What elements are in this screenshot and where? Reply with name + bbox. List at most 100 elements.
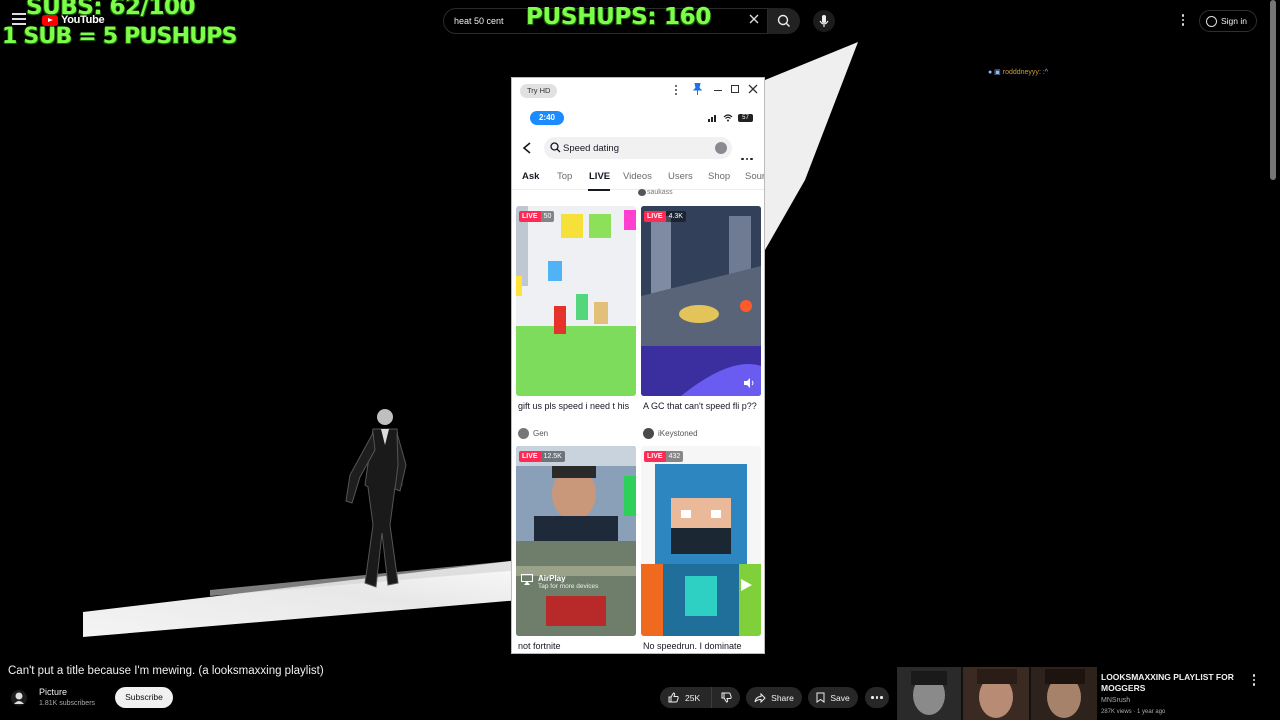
live-badge: LIVE 50 — [519, 211, 555, 222]
save-button[interactable]: Save — [808, 687, 858, 708]
speaker-icon[interactable] — [743, 378, 755, 388]
sign-in-label: Sign in — [1221, 16, 1247, 26]
sign-in-button[interactable]: Sign in — [1199, 10, 1257, 32]
streamer-scene-image — [516, 446, 636, 636]
chat-badge-icon: ● ▣ — [988, 69, 1003, 76]
airplay-title: AirPlay — [538, 574, 566, 583]
minimize-icon[interactable] — [714, 90, 722, 91]
save-label: Save — [830, 692, 850, 703]
live-badge: LIVE 432 — [644, 451, 684, 462]
sub-rule-overlay: 1 SUB = 5 PUSHUPS — [2, 24, 237, 49]
window-menu-icon[interactable] — [675, 85, 677, 97]
dislike-button[interactable] — [712, 692, 740, 703]
search-icon — [550, 142, 561, 153]
clear-query-icon[interactable] — [715, 142, 727, 154]
share-button[interactable]: Share — [746, 687, 802, 708]
next-video-meta: 287K views · 1 year ago — [1101, 709, 1166, 715]
live-card[interactable]: LIVE 4.3K A GC that can't speed fli p?? i… — [641, 206, 761, 439]
back-arrow-icon[interactable] — [522, 142, 532, 154]
thumbs-down-icon — [721, 692, 732, 703]
avatar — [518, 428, 529, 439]
like-count: 50 — [540, 211, 555, 222]
live-badge: LIVE 4.3K — [644, 211, 686, 222]
signal-icon — [708, 115, 716, 122]
share-label: Share — [771, 692, 794, 703]
chat-message: ● ▣ rodddneyyy: :^ — [988, 69, 1049, 76]
subscribe-button[interactable]: Subscribe — [115, 687, 173, 708]
battery-indicator: 57 — [738, 114, 753, 122]
maximize-icon[interactable] — [731, 85, 739, 93]
tab-users[interactable]: Users — [668, 171, 693, 182]
live-card[interactable]: LIVE 432 No speedrun. I dominate — [641, 446, 761, 653]
bookmark-icon — [816, 692, 825, 703]
tab-live[interactable]: LIVE — [589, 171, 610, 182]
like-dislike-group: 25K — [660, 687, 740, 708]
share-icon — [754, 692, 766, 703]
pin-icon[interactable] — [693, 83, 702, 95]
airplay-subtitle: Tap for more devices — [538, 583, 599, 590]
game-scene-image — [516, 206, 636, 396]
avatar — [638, 189, 646, 196]
voice-search-button[interactable] — [813, 10, 835, 32]
account-icon — [1206, 15, 1217, 27]
search-query: Speed dating — [563, 143, 619, 154]
search-button[interactable] — [768, 8, 800, 34]
like-count: 12.5K — [540, 451, 565, 462]
try-hd-button[interactable]: Try HD — [520, 84, 558, 98]
more-actions-button[interactable] — [865, 687, 889, 708]
airplay-prompt[interactable]: AirPlay Tap for more devices — [521, 574, 598, 590]
like-count: 25K — [685, 692, 701, 703]
chat-text: :^ — [1042, 69, 1049, 76]
settings-menu-icon[interactable] — [1181, 14, 1185, 28]
live-card[interactable]: LIVE 50 gift us pls speed i need t his Ge… — [516, 206, 636, 439]
game-scene-image — [641, 206, 761, 396]
search-icon — [777, 14, 790, 27]
live-card-user: iKeystoned — [641, 428, 761, 439]
next-video-title[interactable]: LOOKSMAXXING PLAYLIST FOR MOGGERS — [1101, 672, 1241, 694]
microphone-icon — [819, 15, 829, 27]
next-video-menu-icon[interactable] — [1252, 674, 1256, 688]
live-card-title: No speedrun. I dominate — [643, 641, 742, 651]
status-time: 2:40 — [530, 111, 564, 125]
play-icon[interactable] — [739, 578, 753, 592]
active-tab-indicator — [588, 189, 610, 191]
wifi-icon — [723, 114, 733, 122]
channel-name[interactable]: Picture — [39, 687, 67, 697]
more-options-icon[interactable] — [741, 147, 755, 165]
live-thumbnail: LIVE 4.3K — [641, 206, 761, 396]
playlist-collage-image — [897, 667, 1097, 720]
phone-mirror-window: Try HD 2:40 57 Speed dating Ask Top LIVE… — [511, 77, 765, 654]
tab-sounds[interactable]: Sour — [745, 171, 764, 182]
live-card-user: Gen — [516, 428, 636, 439]
pushups-counter-overlay: PUSHUPS: 160 — [526, 4, 712, 30]
subscriber-count: 1.81K subscribers — [39, 700, 96, 707]
live-thumbnail: LIVE 432 — [641, 446, 761, 636]
live-card-title: gift us pls speed i need t his — [518, 401, 630, 411]
live-card-title: A GC that can't speed fli p?? — [643, 401, 757, 411]
tiktok-search-input[interactable]: Speed dating — [544, 137, 732, 159]
cut-off-username: saukass — [647, 189, 673, 196]
clear-search-icon[interactable] — [748, 13, 760, 25]
tab-shop[interactable]: Shop — [708, 171, 730, 182]
next-video-thumbnail[interactable] — [897, 667, 1097, 720]
window-titlebar: Try HD — [512, 78, 764, 103]
page-scrollbar[interactable] — [1270, 0, 1276, 180]
like-button[interactable]: 25K — [660, 687, 712, 708]
dancer-silhouette — [345, 409, 407, 588]
subs-counter-overlay: SUBS: 62/100 — [26, 0, 195, 20]
close-icon[interactable] — [747, 83, 759, 95]
chat-username: rodddneyyy — [1002, 69, 1039, 76]
next-video-channel: MNSrush — [1101, 697, 1131, 704]
tab-videos[interactable]: Videos — [623, 171, 652, 182]
thumbs-up-icon — [668, 692, 679, 703]
like-count: 432 — [665, 451, 684, 462]
like-count: 4.3K — [665, 211, 686, 222]
tab-ask[interactable]: Ask — [522, 171, 539, 182]
tab-top[interactable]: Top — [557, 171, 572, 182]
channel-avatar[interactable] — [11, 690, 27, 706]
search-input-value: heat 50 cent — [454, 16, 504, 26]
avatar — [643, 428, 654, 439]
live-thumbnail: LIVE 50 — [516, 206, 636, 396]
status-icons: 57 — [708, 114, 753, 122]
live-card[interactable]: LIVE 12.5K AirPlay Tap for more devices n… — [516, 446, 636, 653]
